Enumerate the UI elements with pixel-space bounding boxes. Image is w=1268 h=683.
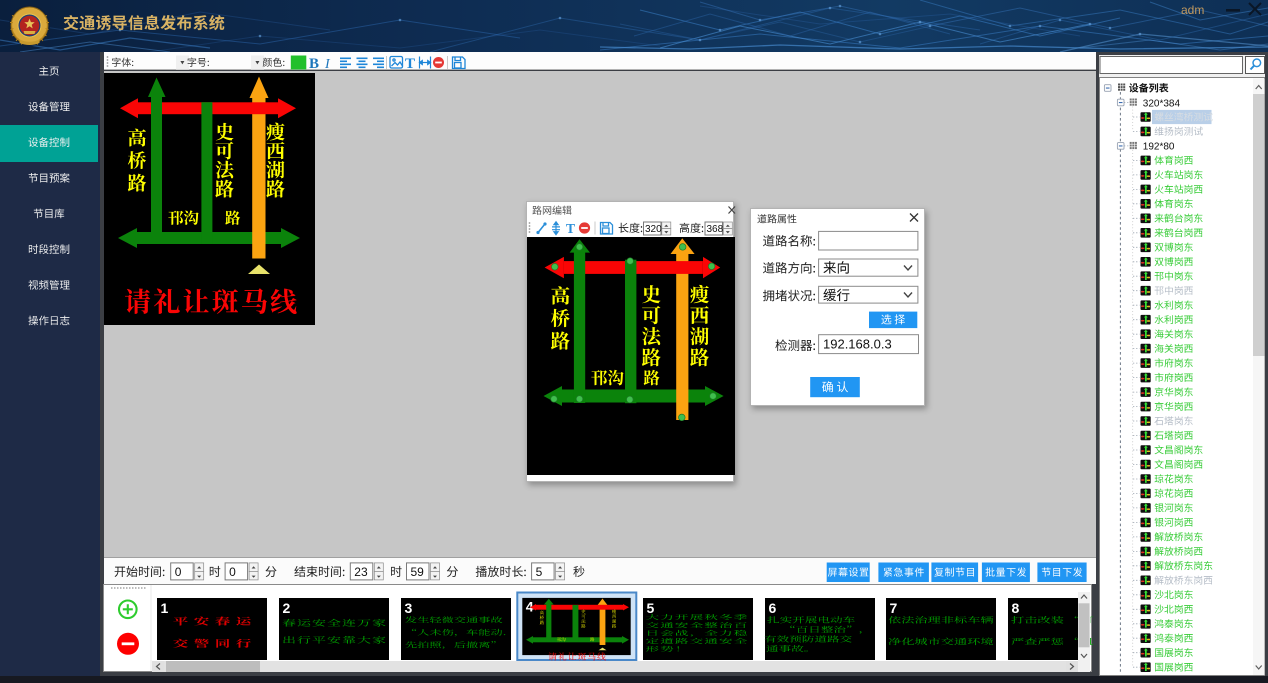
svg-text:320*384: 320*384	[1143, 98, 1181, 109]
svg-text:192*80: 192*80	[1143, 142, 1175, 153]
